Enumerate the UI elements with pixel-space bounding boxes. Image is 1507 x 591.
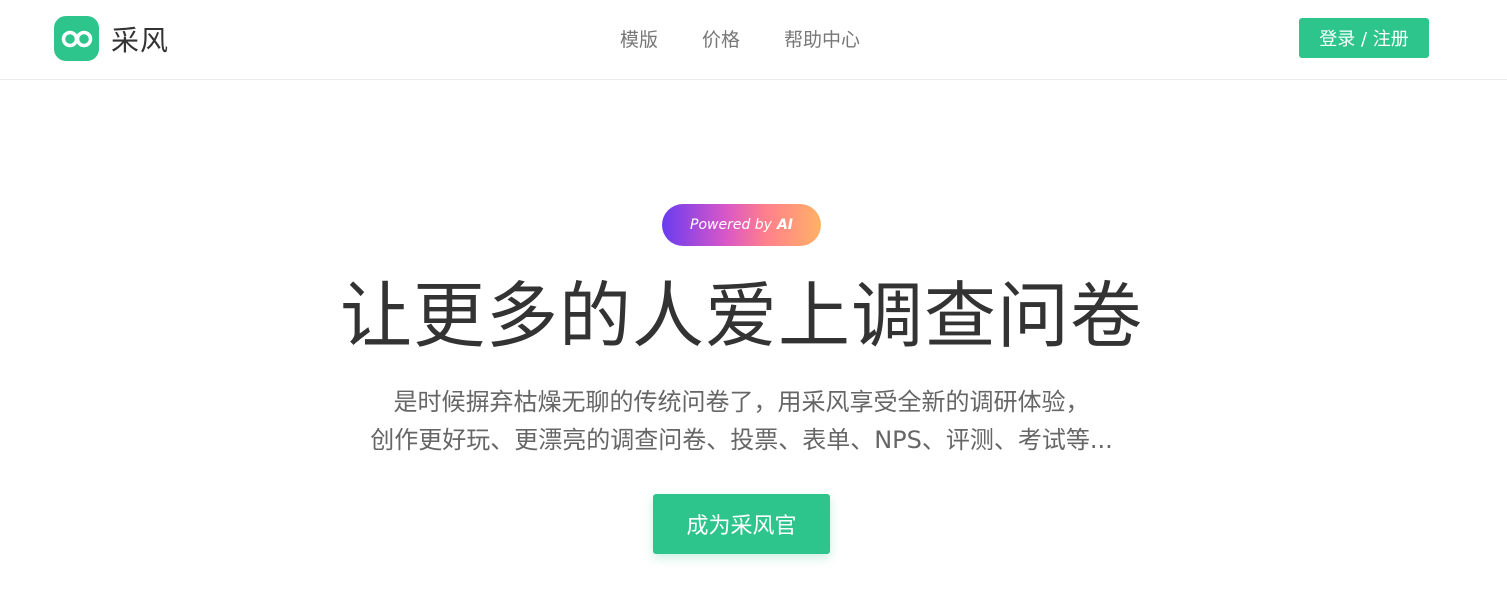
- hero-title: 让更多的人爱上调查问卷: [339, 274, 1143, 358]
- nav-item-help-center[interactable]: 帮助中心: [784, 28, 860, 52]
- badge-prefix: Powered by: [690, 217, 772, 233]
- hero-subtitle: 是时候摒弃枯燥无聊的传统问卷了，用采风享受全新的调研体验， 创作更好玩、更漂亮的…: [0, 383, 1483, 459]
- hero-subtitle-line-2: 创作更好玩、更漂亮的调查问卷、投票、表单、NPS、评测、考试等...: [370, 426, 1113, 454]
- powered-by-ai-badge: Powered by AI: [662, 204, 821, 246]
- login-register-button[interactable]: 登录 / 注册: [1299, 18, 1429, 58]
- become-member-button[interactable]: 成为采风官: [653, 494, 830, 554]
- top-header: 采风 模版 价格 帮助中心 登录 / 注册: [0, 0, 1507, 80]
- brand-name: 采风: [111, 23, 170, 57]
- infinity-icon-svg: [61, 30, 92, 47]
- badge-ai: AI: [776, 217, 793, 233]
- brand-logo-link[interactable]: 采风: [54, 16, 169, 61]
- main-nav: 模版 价格 帮助中心: [620, 28, 860, 52]
- nav-item-pricing[interactable]: 价格: [702, 28, 740, 52]
- nav-item-templates[interactable]: 模版: [620, 28, 658, 52]
- hero-subtitle-line-1: 是时候摒弃枯燥无聊的传统问卷了，用采风享受全新的调研体验，: [393, 388, 1090, 416]
- infinity-icon: [54, 16, 99, 61]
